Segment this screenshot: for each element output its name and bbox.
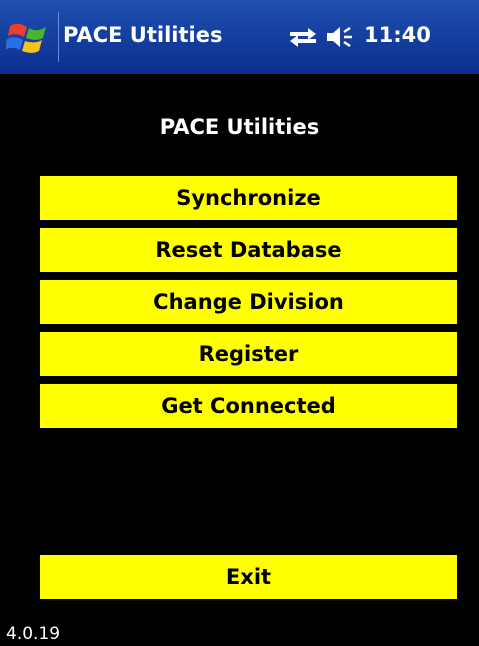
clock-time[interactable]: 11:40: [364, 23, 431, 47]
windows-flag-icon[interactable]: [6, 16, 52, 58]
title-bar: PACE Utilities 11:40: [0, 0, 479, 74]
app-title: PACE Utilities: [63, 23, 223, 47]
synchronize-button[interactable]: Synchronize: [40, 176, 457, 220]
speaker-volume-icon[interactable]: [325, 24, 357, 50]
connectivity-arrows-icon[interactable]: [288, 25, 318, 49]
version-label: 4.0.19: [6, 624, 61, 644]
page-heading: PACE Utilities: [159, 115, 320, 139]
get-connected-button[interactable]: Get Connected: [40, 384, 457, 428]
reset-database-button[interactable]: Reset Database: [40, 228, 457, 272]
exit-button[interactable]: Exit: [40, 555, 457, 599]
register-button[interactable]: Register: [40, 332, 457, 376]
title-divider: [58, 12, 59, 62]
change-division-button[interactable]: Change Division: [40, 280, 457, 324]
